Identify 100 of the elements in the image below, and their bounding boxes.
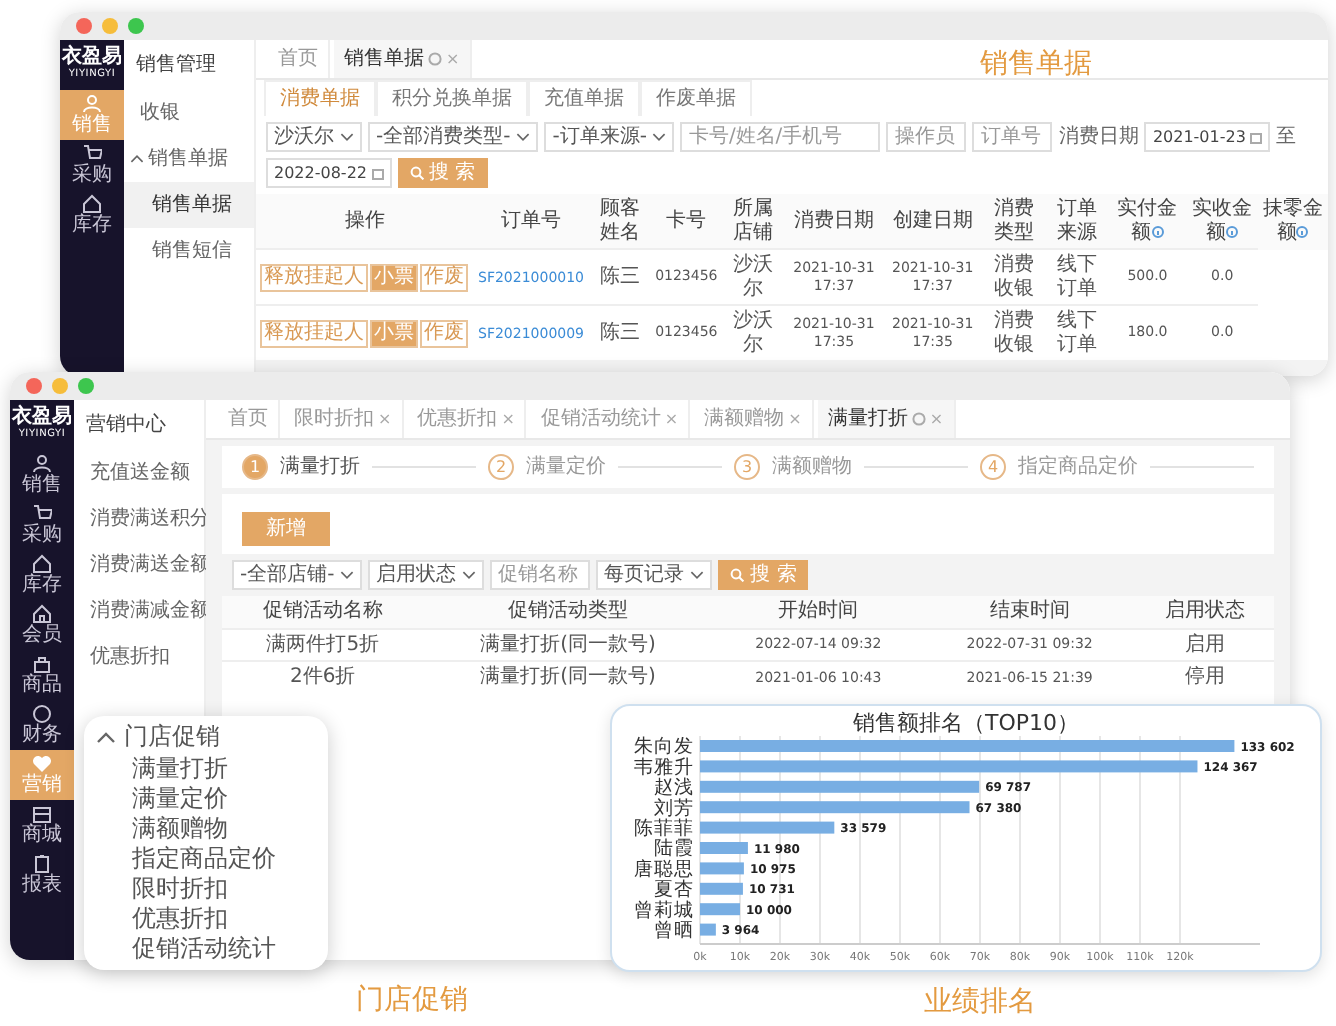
column-header: 结束时间 <box>924 596 1136 628</box>
bar <box>700 862 744 875</box>
calendar-icon <box>1249 131 1262 143</box>
table-cell: 满两件打5折 <box>222 628 424 661</box>
logo-text: 衣盈易 <box>12 406 72 428</box>
menu-group[interactable]: 销售单据 <box>124 136 254 182</box>
menu-item[interactable]: 满量打折 <box>132 753 228 784</box>
input-field[interactable]: 卡号/姓名/手机号 <box>680 122 881 152</box>
dropdown[interactable]: 启用状态 <box>368 560 485 590</box>
input-field[interactable]: 操作员 <box>886 122 967 152</box>
menu-group[interactable]: 门店促销 <box>84 722 232 754</box>
caption: 业绩排名 <box>924 984 1036 1022</box>
person-icon <box>82 93 102 113</box>
house-icon <box>32 603 52 623</box>
column-header: 创建日期 <box>883 194 983 249</box>
table-cell: 启用 <box>1135 628 1274 661</box>
person-icon <box>32 453 52 473</box>
sidebar-item[interactable]: 销售 <box>10 449 74 499</box>
step-number: 1 <box>242 454 268 480</box>
tab[interactable]: 销售单据 × <box>334 40 472 78</box>
menu-item[interactable]: 满量定价 <box>132 783 228 814</box>
menu-item[interactable]: 限时折扣 <box>132 873 228 904</box>
column-header: 开始时间 <box>712 596 925 628</box>
bar <box>700 924 716 936</box>
menu-item[interactable]: 优惠折扣 <box>132 903 228 934</box>
input-field[interactable]: 促销名称 <box>490 560 591 590</box>
table-cell: 沙沃尔 <box>721 305 785 360</box>
sidebar-item[interactable]: 商城 <box>10 799 74 849</box>
tab[interactable]: 充值单据 <box>528 80 640 116</box>
category-label: 朱向发 <box>634 736 694 759</box>
chevron-icon <box>340 568 355 582</box>
bar <box>700 822 835 834</box>
column-header: 实收金额 <box>1186 194 1258 249</box>
heart-icon <box>32 753 52 773</box>
cart-icon <box>82 143 102 163</box>
step-label: 满量打折 <box>280 453 360 482</box>
step-number: 3 <box>734 454 760 480</box>
sidebar-item[interactable]: 商品 <box>10 649 74 699</box>
category-label: 陈菲菲 <box>634 818 694 841</box>
column-header: 消费日期 <box>784 194 884 249</box>
search-icon <box>409 166 423 180</box>
category-label: 韦雅升 <box>634 757 694 780</box>
table-cell: 满量打折(同一款号) <box>423 628 713 661</box>
menu-item[interactable]: 指定商品定价 <box>132 843 276 874</box>
caption: 销售单据 <box>980 46 1092 84</box>
category-label: 刘芳 <box>654 797 694 820</box>
step-number: 4 <box>980 454 1006 480</box>
chevron-icon <box>96 727 116 748</box>
chevron-icon <box>340 130 354 144</box>
calendar-icon <box>371 167 383 179</box>
column-header: 订单号 <box>474 194 589 249</box>
circle-icon <box>428 52 442 66</box>
date-field[interactable]: 2021-01-23 <box>1144 122 1270 152</box>
sidebar-item[interactable]: 库存 <box>60 189 124 239</box>
menu-item[interactable]: 收银 <box>124 90 254 136</box>
bag-icon <box>32 653 52 673</box>
column-header: 顾客姓名 <box>588 194 652 249</box>
menu-item[interactable]: 销售短信 <box>124 228 254 274</box>
table-cell: 陈三 <box>588 305 652 360</box>
bar <box>700 883 743 896</box>
circle-icon <box>911 412 926 426</box>
chevron-icon <box>652 130 667 144</box>
menu-item[interactable]: 促销活动统计 <box>132 933 276 964</box>
column-header: 启用状态 <box>1135 596 1274 628</box>
category-label: 陆霞 <box>654 838 694 861</box>
chart-title: 销售额排名（TOP10） <box>850 710 1081 737</box>
clipboard-icon <box>32 853 52 873</box>
chevron-icon <box>690 568 705 582</box>
dropdown[interactable]: -订单来源- <box>544 122 675 152</box>
dropdown[interactable]: -全部店铺- <box>232 560 363 590</box>
menu-item[interactable]: 优惠折扣 <box>74 634 204 680</box>
sidebar-item[interactable]: 会员 <box>10 599 74 649</box>
dropdown[interactable]: 沙沃尔 <box>266 122 362 152</box>
category-label: 曾莉城 <box>634 899 694 922</box>
chevron-icon <box>516 130 531 144</box>
column-header: 订单来源 <box>1045 194 1109 249</box>
column-header: 促销活动名称 <box>222 596 424 628</box>
table-cell: 线下订单 <box>1045 249 1109 305</box>
sidebar-item[interactable]: 财务 <box>10 699 74 749</box>
search-icon <box>730 568 745 582</box>
dropdown[interactable]: -全部消费类型- <box>368 122 539 152</box>
sidebar-item[interactable]: 采购 <box>10 499 74 549</box>
dropdown[interactable]: 每页记录 <box>596 560 713 590</box>
sidebar-item[interactable]: 库存 <box>10 549 74 599</box>
sidebar-item[interactable]: 采购 <box>60 139 124 189</box>
sidebar-item[interactable]: 报表 <box>10 849 74 899</box>
table-cell: 沙沃尔 <box>721 249 785 305</box>
input-field[interactable]: 订单号 <box>972 122 1053 152</box>
date-field[interactable]: 2022-08-22 <box>266 158 391 188</box>
step-label: 指定商品定价 <box>1018 453 1138 482</box>
menu-item[interactable]: 满额赠物 <box>132 813 228 844</box>
tab[interactable]: 积分兑换单据 <box>376 80 528 116</box>
menu-item[interactable]: 销售单据 <box>124 182 254 228</box>
category-label: 夏杏 <box>654 879 694 902</box>
column-header: 卡号 <box>651 194 722 249</box>
category-label: 赵浅 <box>654 777 694 800</box>
tab[interactable]: 满量打折 × <box>817 400 956 438</box>
bar <box>700 903 740 916</box>
tab[interactable]: 作废单据 <box>640 80 752 116</box>
menu-item[interactable]: 充值送金额 <box>74 450 204 496</box>
